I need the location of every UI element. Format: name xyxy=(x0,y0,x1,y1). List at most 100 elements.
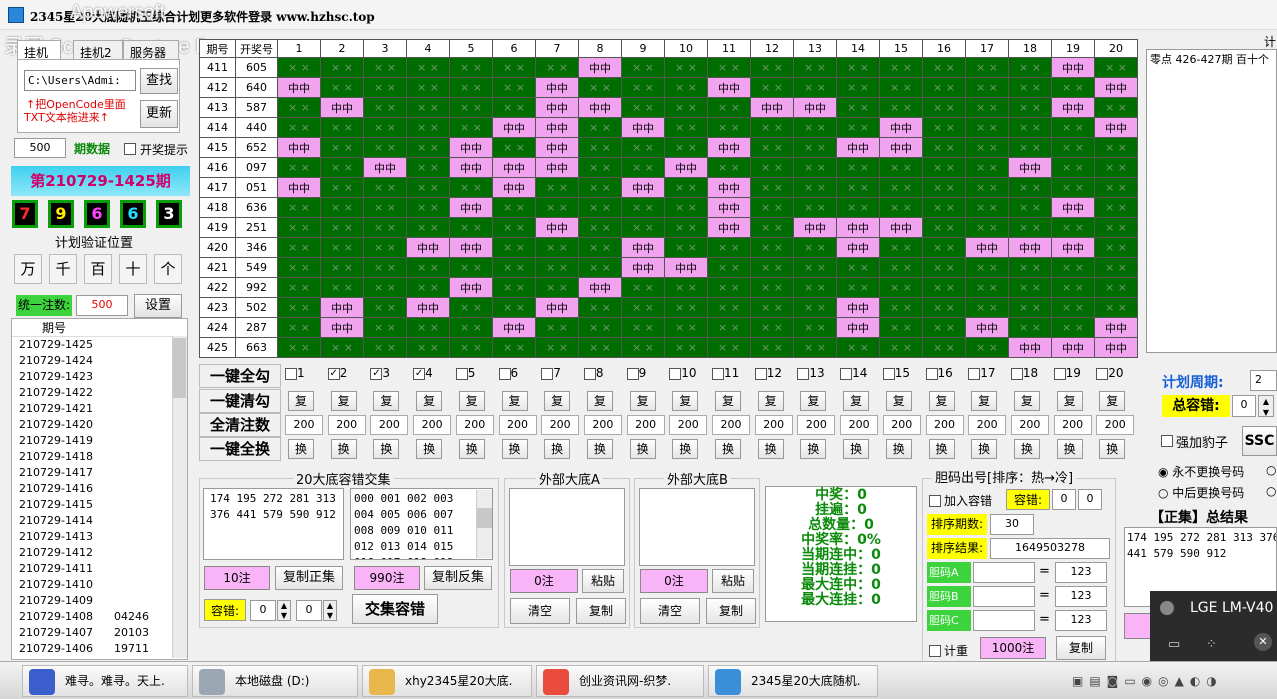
column-swap-button-1[interactable]: 换 xyxy=(288,439,314,459)
checkbox-box[interactable]: ✓ xyxy=(370,367,383,380)
list-item[interactable]: 210729-1415 xyxy=(12,497,187,513)
column-reset-button-3[interactable]: 复 xyxy=(373,391,400,411)
search-button[interactable]: 查找 xyxy=(140,68,178,94)
list-item[interactable]: 210729-1421 xyxy=(12,401,187,417)
checkbox-box[interactable] xyxy=(583,367,596,380)
plan-output-text[interactable]: 零点 426-427期 百十个 xyxy=(1146,49,1277,353)
column-reset-button-14[interactable]: 复 xyxy=(843,391,870,411)
radio-extra-1[interactable]: ○ xyxy=(1266,463,1276,477)
checkbox-box[interactable] xyxy=(1096,367,1109,380)
column-checkbox-11[interactable]: 11 xyxy=(712,366,739,380)
column-checkbox-20[interactable]: 20 xyxy=(1096,366,1124,380)
column-reset-button-19[interactable]: 复 xyxy=(1056,391,1083,411)
column-count-input-2[interactable]: 200 xyxy=(327,415,366,435)
column-reset-button-1[interactable]: 复 xyxy=(288,391,314,411)
checkbox-box[interactable] xyxy=(797,367,810,380)
dan-row-input[interactable] xyxy=(973,586,1035,607)
column-swap-button-17[interactable]: 换 xyxy=(971,439,998,459)
column-swap-button-11[interactable]: 换 xyxy=(715,439,741,459)
column-count-input-11[interactable]: 200 xyxy=(712,415,750,435)
column-checkbox-5[interactable]: 5 xyxy=(455,366,475,380)
column-checkbox-12[interactable]: 12 xyxy=(754,366,782,380)
settings-button[interactable]: 设置 xyxy=(134,294,182,318)
column-reset-button-20[interactable]: 复 xyxy=(1099,391,1126,411)
negative-set-scrollbar[interactable] xyxy=(476,490,492,558)
dan-copy-button[interactable]: 复制 xyxy=(1056,636,1106,660)
list-item[interactable]: 210729-1417 xyxy=(12,465,187,481)
checkbox-box[interactable] xyxy=(626,367,639,380)
copy-positive-button[interactable]: 复制正集 xyxy=(275,566,343,590)
column-swap-button-5[interactable]: 换 xyxy=(458,439,485,459)
column-count-input-1[interactable]: 200 xyxy=(285,415,323,435)
intersect-fault-button[interactable]: 交集容错 xyxy=(352,594,438,624)
checkbox-box[interactable] xyxy=(712,367,724,380)
radio-extra-2[interactable]: ○ xyxy=(1266,484,1276,498)
column-checkbox-15[interactable]: 15 xyxy=(882,366,910,380)
column-swap-button-10[interactable]: 换 xyxy=(672,439,699,459)
column-count-input-8[interactable]: 200 xyxy=(583,415,622,435)
taskbar-item-1[interactable]: 难寻。难寻。天上. xyxy=(22,665,188,697)
checkbox-box[interactable] xyxy=(541,367,554,380)
apps-icon[interactable]: ⁘ xyxy=(1206,637,1217,652)
column-checkbox-6[interactable]: 6 xyxy=(498,366,518,380)
open-prompt-checkbox[interactable] xyxy=(124,141,136,155)
column-count-input-5[interactable]: 200 xyxy=(455,415,494,435)
swap-all-button[interactable]: 一键全换 xyxy=(199,437,281,461)
list-item[interactable]: 210729-1408 04246 xyxy=(12,609,187,625)
column-checkbox-8[interactable]: 8 xyxy=(583,366,604,380)
list-item[interactable]: 210729-1407 20103 xyxy=(12,625,187,641)
column-reset-button-13[interactable]: 复 xyxy=(800,391,827,411)
tab-hangup1[interactable]: 挂机1 xyxy=(17,40,61,75)
position-1-button[interactable]: 万 xyxy=(14,254,42,284)
check-all-button[interactable]: 一键全勾 xyxy=(199,364,281,388)
dan-row-input[interactable] xyxy=(973,610,1035,631)
column-swap-button-6[interactable]: 换 xyxy=(501,439,528,459)
list-item[interactable]: 210729-1411 xyxy=(12,561,187,577)
clear-count-button[interactable]: 全清注数 xyxy=(199,413,281,437)
column-checkbox-14[interactable]: 14 xyxy=(840,366,867,380)
column-checkbox-7[interactable]: 7 xyxy=(541,366,561,380)
checkbox-box[interactable] xyxy=(285,367,297,380)
position-3-button[interactable]: 百 xyxy=(84,254,112,284)
column-count-input-19[interactable]: 200 xyxy=(1053,415,1092,435)
message-icon[interactable]: ▭ xyxy=(1168,637,1180,652)
add-fault-checkbox[interactable] xyxy=(929,493,941,507)
column-reset-button-4[interactable]: 复 xyxy=(416,391,443,411)
column-count-input-4[interactable]: 200 xyxy=(413,415,452,435)
checkbox-box[interactable] xyxy=(925,367,938,380)
column-reset-button-16[interactable]: 复 xyxy=(928,391,955,411)
plan-weight-checkbox[interactable] xyxy=(929,643,941,657)
checkbox-box[interactable] xyxy=(840,367,853,380)
fault-input-1[interactable]: 0 xyxy=(250,600,276,621)
dan-row-value[interactable]: 123 xyxy=(1055,586,1107,607)
issue-list[interactable]: 期号 210729-1425 210729-1424 210729-1423 2107… xyxy=(11,318,188,660)
taskbar-item-2[interactable]: 本地磁盘 (D:) xyxy=(192,665,358,697)
column-reset-button-12[interactable]: 复 xyxy=(757,391,784,411)
column-checkbox-4[interactable]: ✓ 4 xyxy=(413,366,433,380)
list-item[interactable]: 210729-1424 xyxy=(12,353,187,369)
column-reset-button-18[interactable]: 复 xyxy=(1013,391,1040,411)
column-count-input-12[interactable]: 200 xyxy=(754,415,793,435)
refresh-button[interactable]: 更新 xyxy=(140,100,178,128)
column-reset-button-11[interactable]: 复 xyxy=(715,391,741,411)
external-a-paste-button[interactable]: 粘贴 xyxy=(582,569,624,593)
list-item[interactable]: 210729-1409 xyxy=(12,593,187,609)
column-count-input-13[interactable]: 200 xyxy=(797,415,836,435)
dan-fault-input-2[interactable]: 0 xyxy=(1078,489,1102,510)
column-swap-button-19[interactable]: 换 xyxy=(1056,439,1083,459)
radio-change-after-hit[interactable]: ○ 中后更换号码 xyxy=(1158,484,1244,501)
column-checkbox-17[interactable]: 17 xyxy=(968,366,995,380)
dan-row-input[interactable] xyxy=(973,562,1035,583)
taskbar-item-3[interactable]: xhy2345星20大底. xyxy=(362,665,532,697)
column-swap-button-20[interactable]: 换 xyxy=(1099,439,1126,459)
list-scrollbar[interactable] xyxy=(172,336,187,658)
external-b-paste-button[interactable]: 粘贴 xyxy=(712,569,754,593)
tab-hangup2[interactable]: 挂机2 xyxy=(73,40,123,60)
column-swap-button-13[interactable]: 换 xyxy=(800,439,827,459)
dan-row-value[interactable]: 123 xyxy=(1055,562,1107,583)
unified-count-input[interactable]: 500 xyxy=(76,295,128,316)
fault-spinner-1[interactable]: ▲ ▼ xyxy=(277,600,291,621)
path-input[interactable] xyxy=(24,70,136,91)
column-count-input-15[interactable]: 200 xyxy=(882,415,921,435)
column-reset-button-9[interactable]: 复 xyxy=(629,391,656,411)
